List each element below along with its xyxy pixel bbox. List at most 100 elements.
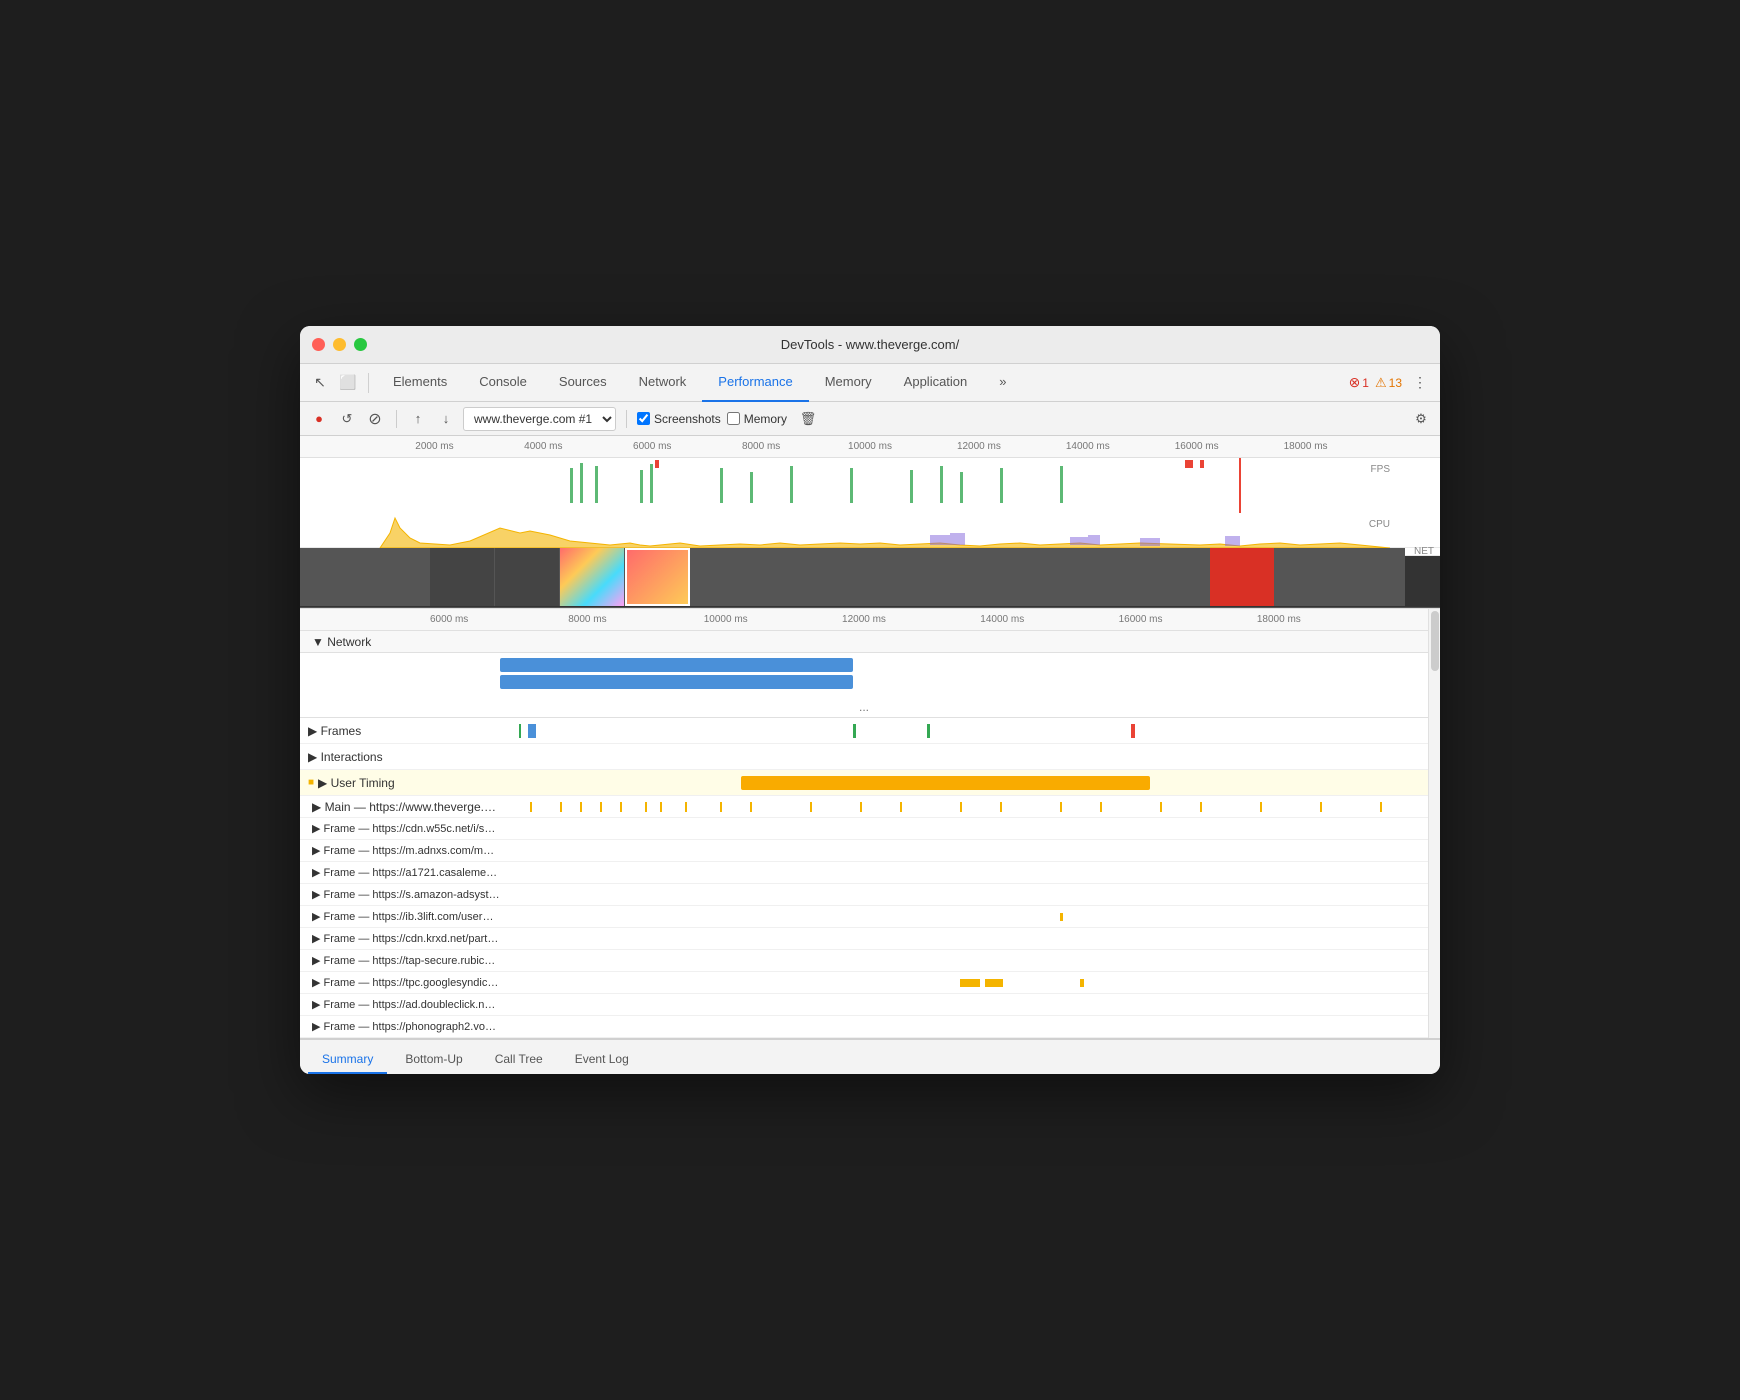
tab-memory[interactable]: Memory [809, 364, 888, 402]
bottom-tab-eventlog[interactable]: Event Log [561, 1046, 643, 1074]
tab-sources[interactable]: Sources [543, 364, 623, 402]
reload-record-button[interactable]: ↺ [336, 408, 358, 430]
user-timing-content [500, 770, 1428, 795]
clear-button[interactable]: ⊘ [364, 408, 386, 430]
frame-row-3[interactable]: ▶ Frame — https://s.amazon-adsystem.com/… [300, 884, 1428, 906]
cpu-chart-svg: CPU [300, 513, 1440, 548]
frame-bar-4 [927, 724, 930, 738]
screenshot-6[interactable] [690, 548, 755, 606]
screenshot-10[interactable] [950, 548, 1015, 606]
frame-bar-1 [519, 724, 521, 738]
screenshots-strip [300, 548, 1440, 608]
cursor-tool-button[interactable]: ↖ [308, 371, 332, 395]
screenshot-16[interactable] [1340, 548, 1405, 606]
url-select[interactable]: www.theverge.com #1 [463, 407, 616, 431]
record-button[interactable]: ● [308, 408, 330, 430]
user-timing-bar [741, 776, 1149, 790]
cpu-label: CPU [1369, 519, 1390, 530]
interactions-label: ▶ Interactions [300, 750, 500, 764]
frame-content-7 [500, 972, 1428, 993]
frame-content-8 [500, 994, 1428, 1015]
scrollbar-thumb[interactable] [1431, 611, 1439, 671]
screenshot-0[interactable] [300, 548, 365, 606]
net-label: NET [1414, 546, 1434, 557]
settings-button[interactable]: ⚙ [1410, 408, 1432, 430]
memory-checkbox-group[interactable]: Memory [727, 412, 787, 426]
screenshots-checkbox[interactable] [637, 412, 650, 425]
screenshot-4[interactable] [560, 548, 625, 606]
network-label-space [300, 653, 500, 697]
bottom-tab-summary[interactable]: Summary [308, 1046, 387, 1074]
download-button[interactable]: ↓ [435, 408, 457, 430]
main-tabs: Elements Console Sources Network Perform… [377, 364, 1345, 402]
frame-content-2 [500, 862, 1428, 883]
screenshot-3[interactable] [495, 548, 560, 606]
ruler-ticks2: 6000 ms 8000 ms 10000 ms 12000 ms 14000 … [380, 614, 1348, 625]
tab-more[interactable]: » [983, 364, 1022, 402]
network-bar-1 [500, 658, 853, 672]
user-timing-row[interactable]: ■ ▶ User Timing [300, 770, 1428, 796]
frame-label-1: ▶ Frame — https://m.adnxs.com/mapuid?mem… [300, 844, 500, 857]
tick2-12000: 12000 ms [795, 614, 933, 625]
scrollbar-track[interactable] [1428, 609, 1440, 1038]
screenshot-15[interactable] [1275, 548, 1340, 606]
screenshot-8[interactable] [820, 548, 885, 606]
frame-content-0 [500, 818, 1428, 839]
frames-row[interactable]: ▶ Frames [300, 718, 1428, 744]
perf-divider2 [626, 410, 627, 428]
frame-row-5[interactable]: ▶ Frame — https://cdn.krxd.net/partnerjs… [300, 928, 1428, 950]
device-toolbar-button[interactable]: ⬜ [336, 371, 360, 395]
frame-bar-2 [528, 724, 536, 738]
interactions-content [500, 744, 1428, 769]
screenshot-1[interactable] [365, 548, 430, 606]
frame-row-8[interactable]: ▶ Frame — https://ad.doubleclick.net/ddm… [300, 994, 1428, 1016]
minimize-button[interactable] [333, 338, 346, 351]
frame-row-6[interactable]: ▶ Frame — https://tap-secure.rubiconproj… [300, 950, 1428, 972]
screenshot-7[interactable] [755, 548, 820, 606]
frame-row-2[interactable]: ▶ Frame — https://a1721.casalemedia.com/… [300, 862, 1428, 884]
frame-label-7: ▶ Frame — https://tpc.googlesyndication.… [300, 976, 500, 989]
tick-10000: 10000 ms [816, 441, 925, 452]
frame-label-4: ▶ Frame — https://ib.3lift.com/userSync.… [300, 910, 500, 923]
frame-row-4[interactable]: ▶ Frame — https://ib.3lift.com/userSync.… [300, 906, 1428, 928]
more-options-button[interactable]: ⋮ [1408, 371, 1432, 395]
frame-bar-red [1131, 724, 1135, 738]
frame-label-6: ▶ Frame — https://tap-secure.rubiconproj… [300, 954, 500, 967]
tab-performance[interactable]: Performance [702, 364, 808, 402]
screenshot-9[interactable] [885, 548, 950, 606]
frame-row-9[interactable]: ▶ Frame — https://phonograph2.voxmedia.c… [300, 1016, 1428, 1038]
bottom-tabs-bar: Summary Bottom-Up Call Tree Event Log [300, 1038, 1440, 1074]
screenshot-2[interactable] [430, 548, 495, 606]
screenshot-12[interactable] [1080, 548, 1145, 606]
frame-row-7[interactable]: ▶ Frame — https://tpc.googlesyndication.… [300, 972, 1428, 994]
frame-row-0[interactable]: ▶ Frame — https://cdn.w55c.net/i/s_0RB7U… [300, 818, 1428, 840]
frame-label-0: ▶ Frame — https://cdn.w55c.net/i/s_0RB7U… [300, 822, 500, 835]
screenshot-14[interactable] [1210, 548, 1275, 606]
bottom-tab-bottomup[interactable]: Bottom-Up [391, 1046, 476, 1074]
maximize-button[interactable] [354, 338, 367, 351]
upload-button[interactable]: ↑ [407, 408, 429, 430]
network-header[interactable]: ▼ Network [300, 631, 1428, 653]
fps-chart-svg: FPS [300, 458, 1440, 513]
memory-checkbox[interactable] [727, 412, 740, 425]
screenshots-checkbox-group[interactable]: Screenshots [637, 412, 721, 426]
fps-cpu-net-area: FPS CPU NET [300, 458, 1440, 548]
main-track-row[interactable]: ▶ Main — https://www.theverge.com/ [300, 796, 1428, 818]
tab-console[interactable]: Console [463, 364, 543, 402]
frame-row-1[interactable]: ▶ Frame — https://m.adnxs.com/mapuid?mem… [300, 840, 1428, 862]
screenshot-13[interactable] [1145, 548, 1210, 606]
screenshot-5[interactable] [625, 548, 690, 606]
tab-elements[interactable]: Elements [377, 364, 463, 402]
interactions-row[interactable]: ▶ Interactions [300, 744, 1428, 770]
frame-label-9: ▶ Frame — https://phonograph2.voxmedia.c… [300, 1020, 500, 1033]
trash-button[interactable]: 🗑 [797, 408, 819, 430]
close-button[interactable] [312, 338, 325, 351]
tab-network[interactable]: Network [623, 364, 703, 402]
tick-12000: 12000 ms [924, 441, 1033, 452]
tick-2000: 2000 ms [380, 441, 489, 452]
screenshot-11[interactable] [1015, 548, 1080, 606]
frame-content-5 [500, 928, 1428, 949]
bottom-tab-calltree[interactable]: Call Tree [481, 1046, 557, 1074]
window-title: DevTools - www.theverge.com/ [781, 337, 959, 352]
tab-application[interactable]: Application [888, 364, 984, 402]
